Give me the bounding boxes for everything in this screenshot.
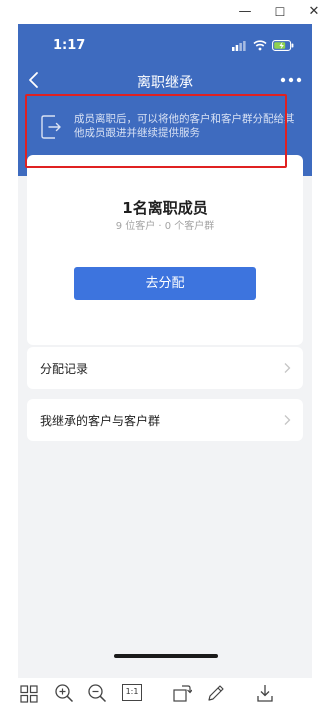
page-title: 离职继承 (137, 75, 193, 91)
battery-charging-icon (272, 40, 294, 51)
home-indicator[interactable] (114, 654, 218, 658)
departed-count-subtitle: 9 位客户 · 0 个客户群 (115, 221, 215, 232)
departed-summary-card: 1名离职成员 9 位客户 · 0 个客户群 去分配 (27, 155, 303, 345)
status-bar: 1:17 (18, 24, 312, 68)
viewer-toolbar: 1:1 (0, 678, 330, 728)
inherited-customers-row[interactable]: 我继承的客户与客户群 (27, 399, 303, 441)
actual-size-icon[interactable]: 1:1 (122, 684, 142, 701)
zoom-in-icon[interactable] (54, 683, 74, 703)
chevron-right-icon (284, 363, 291, 373)
close-button[interactable]: ✕ (305, 3, 323, 21)
more-dots-icon[interactable] (280, 76, 302, 84)
maximize-button[interactable]: ☐ (271, 3, 289, 21)
row-label: 我继承的客户与客户群 (40, 414, 161, 428)
chevron-right-icon (284, 415, 291, 425)
grid-icon[interactable] (19, 684, 39, 704)
assign-button[interactable]: 去分配 (74, 267, 256, 300)
assignment-records-row[interactable]: 分配记录 (27, 347, 303, 389)
row-label: 分配记录 (40, 362, 89, 376)
rotate-icon[interactable] (172, 683, 192, 703)
highlight-box (25, 94, 287, 168)
edit-icon[interactable] (206, 683, 226, 703)
departed-count-title: 1名离职成员 (122, 199, 208, 217)
window-title-bar: — ☐ ✕ (0, 0, 330, 24)
signal-icon (232, 41, 246, 51)
zoom-out-icon[interactable] (87, 683, 107, 703)
wifi-icon (253, 40, 267, 51)
download-icon[interactable] (255, 683, 275, 703)
minimize-button[interactable]: — (236, 3, 254, 21)
status-time: 1:17 (53, 38, 86, 53)
